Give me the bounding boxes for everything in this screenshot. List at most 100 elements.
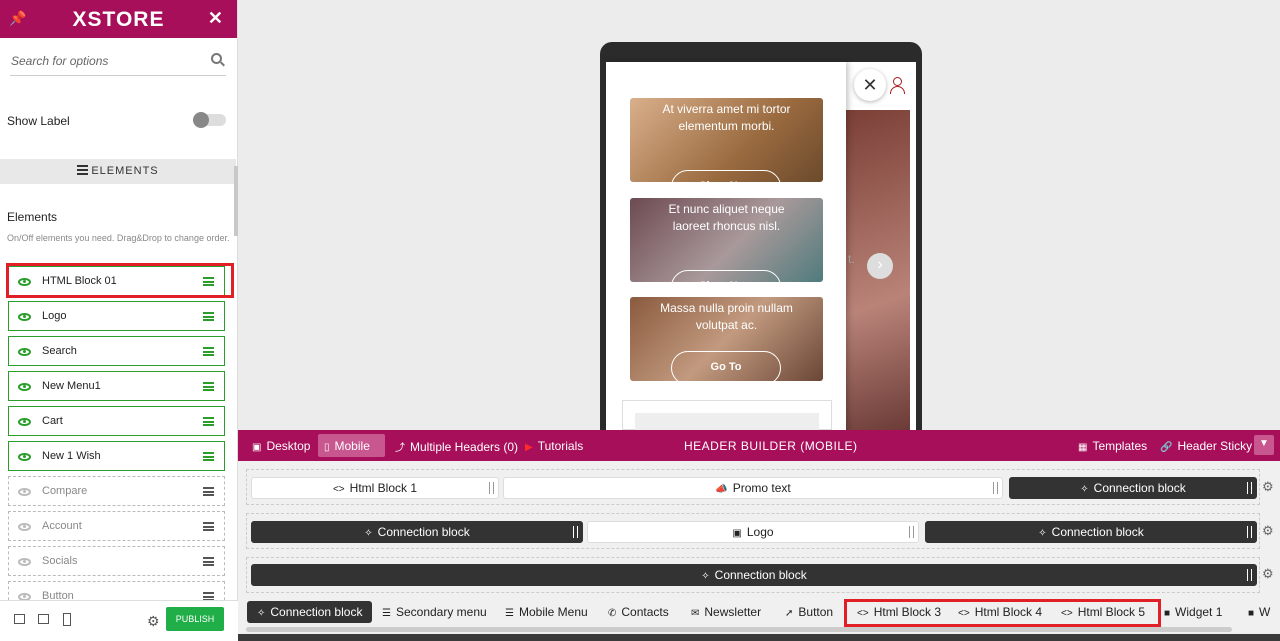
drag-handle-icon[interactable] bbox=[203, 417, 214, 426]
folder-icon: ■ bbox=[1248, 608, 1255, 619]
html-block-1-item[interactable]: <> Html Block 1 bbox=[251, 477, 499, 499]
card-button[interactable]: Shop Now bbox=[671, 170, 781, 182]
eye-icon[interactable] bbox=[18, 523, 31, 531]
eye-icon[interactable] bbox=[18, 418, 31, 426]
resize-handle[interactable] bbox=[1247, 526, 1252, 538]
card-button[interactable]: Shop Now bbox=[671, 270, 781, 282]
menu-icon: ☰ bbox=[382, 608, 391, 619]
drag-handle-icon[interactable] bbox=[203, 557, 214, 566]
close-menu-button[interactable]: ✕ bbox=[854, 69, 886, 101]
eye-icon[interactable] bbox=[18, 313, 31, 321]
row-settings-gear-icon[interactable]: ⚙ bbox=[1262, 523, 1274, 539]
pool-button[interactable]: ➚ Button bbox=[785, 601, 833, 623]
promo-card[interactable]: Massa nulla proin nullam volutpat ac. Go… bbox=[630, 297, 823, 381]
element-item-new-1-wish[interactable]: New 1 Wish bbox=[8, 441, 225, 471]
drag-handle-icon[interactable] bbox=[203, 452, 214, 461]
link-icon: ➚ bbox=[785, 608, 794, 619]
element-label: New Menu1 bbox=[42, 380, 101, 392]
tutorials-label: Tutorials bbox=[537, 439, 584, 453]
list-icon bbox=[77, 165, 89, 175]
templates-button[interactable]: ▦ Templates bbox=[1078, 439, 1147, 453]
resize-handle[interactable] bbox=[573, 526, 578, 538]
show-label-toggle[interactable] bbox=[193, 112, 226, 128]
element-item-account[interactable]: Account bbox=[8, 511, 225, 541]
connection-block-item[interactable]: ✧ Connection block bbox=[925, 521, 1257, 543]
drag-handle-icon[interactable] bbox=[203, 522, 214, 531]
block-label: Promo text bbox=[732, 481, 791, 495]
row-settings-gear-icon[interactable]: ⚙ bbox=[1262, 479, 1274, 495]
resize-handle[interactable] bbox=[993, 482, 998, 494]
pool-mobile-menu[interactable]: ☰ Mobile Menu bbox=[505, 601, 588, 623]
pool-widget-1[interactable]: ■ Widget 1 bbox=[1164, 601, 1222, 623]
slider-next-button[interactable]: › bbox=[867, 253, 893, 279]
eye-icon[interactable] bbox=[18, 383, 31, 391]
menu-icon: ☰ bbox=[505, 608, 514, 619]
pool-label: Contacts bbox=[621, 605, 669, 619]
gear-icon[interactable]: ⚙ bbox=[147, 613, 160, 630]
elements-description: On/Off elements you need. Drag&Drop to c… bbox=[7, 233, 230, 243]
pool-connection-block[interactable]: ✧ Connection block bbox=[247, 601, 373, 623]
pool-secondary-menu[interactable]: ☰ Secondary menu bbox=[382, 601, 487, 623]
envelope-icon: ✉ bbox=[691, 608, 700, 619]
drag-handle-icon[interactable] bbox=[203, 382, 214, 391]
header-builder-bar: ▣ Desktop ▯ Mobile ⤴ Multiple Headers (0) ▶… bbox=[238, 430, 1280, 461]
element-label: Socials bbox=[42, 555, 78, 567]
elements-tab[interactable]: ELEMENTS bbox=[0, 159, 236, 184]
phone-icon: ✆ bbox=[608, 608, 617, 619]
drag-handle-icon[interactable] bbox=[203, 312, 214, 321]
eye-icon[interactable] bbox=[18, 348, 31, 356]
card-button[interactable]: Go To bbox=[671, 351, 781, 381]
desktop-tab[interactable]: ▣ Desktop bbox=[252, 439, 310, 453]
eye-icon[interactable] bbox=[18, 488, 31, 496]
drag-handle-icon[interactable] bbox=[203, 347, 214, 356]
eye-icon[interactable] bbox=[18, 453, 31, 461]
megaphone-icon: 📣 bbox=[715, 484, 728, 495]
element-label: Account bbox=[42, 520, 82, 532]
connection-block-item[interactable]: ✧ Connection block bbox=[251, 521, 583, 543]
search-input[interactable]: Search for options bbox=[10, 50, 226, 76]
resize-handle[interactable] bbox=[909, 526, 914, 538]
eye-icon[interactable] bbox=[18, 558, 31, 566]
resize-handle[interactable] bbox=[489, 482, 494, 494]
mobile-device-icon[interactable] bbox=[63, 613, 71, 626]
element-item-new-menu1[interactable]: New Menu1 bbox=[8, 371, 225, 401]
connection-block-item[interactable]: ✧ Connection block bbox=[251, 564, 1257, 586]
element-item-logo[interactable]: Logo bbox=[8, 301, 225, 331]
tutorials-tab[interactable]: ▶ Tutorials bbox=[525, 439, 583, 453]
element-item-compare[interactable]: Compare bbox=[8, 476, 225, 506]
row-settings-gear-icon[interactable]: ⚙ bbox=[1262, 566, 1274, 582]
pool-newsletter[interactable]: ✉ Newsletter bbox=[691, 601, 761, 623]
sidebar-footer: ⚙ PUBLISH bbox=[0, 600, 238, 641]
multiple-headers-tab[interactable]: ⤴ Multiple Headers (0) bbox=[395, 439, 518, 454]
pool-widget-partial[interactable]: ■ W bbox=[1248, 601, 1270, 623]
pool-contacts[interactable]: ✆ Contacts bbox=[608, 601, 669, 623]
block-label: Connection block bbox=[1093, 481, 1186, 495]
element-label: New 1 Wish bbox=[42, 450, 101, 462]
resize-handle[interactable] bbox=[1247, 482, 1252, 494]
sidebar-scrollbar[interactable] bbox=[234, 166, 238, 236]
desktop-device-icon[interactable] bbox=[14, 614, 25, 624]
promo-text-item[interactable]: 📣 Promo text bbox=[503, 477, 1003, 499]
header-row-bottom: ✧ Connection block bbox=[246, 557, 1260, 593]
promo-card[interactable]: At viverra amet mi tortor elementum morb… bbox=[630, 98, 823, 182]
element-item-search[interactable]: Search bbox=[8, 336, 225, 366]
element-item-socials[interactable]: Socials bbox=[8, 546, 225, 576]
mobile-tab-label: Mobile bbox=[334, 439, 370, 453]
mobile-tab[interactable]: ▯ Mobile bbox=[324, 439, 370, 453]
close-icon[interactable]: ✕ bbox=[208, 8, 223, 29]
pool-scrollbar[interactable] bbox=[246, 627, 1232, 632]
drag-handle-icon[interactable] bbox=[203, 487, 214, 496]
header-sticky-button[interactable]: 🔗 Header Sticky bbox=[1160, 439, 1252, 453]
element-item-cart[interactable]: Cart bbox=[8, 406, 225, 436]
promo-card[interactable]: Et nunc aliquet neque laoreet rhoncus ni… bbox=[630, 198, 823, 282]
block-label: Connection block bbox=[1051, 525, 1144, 539]
logo-item[interactable]: ▣ Logo bbox=[587, 521, 919, 543]
header-row-main: ✧ Connection block ▣ Logo ✧ Connection bloc… bbox=[246, 513, 1260, 549]
publish-button[interactable]: PUBLISH bbox=[166, 607, 224, 631]
resize-handle[interactable] bbox=[1247, 569, 1252, 581]
connection-block-item[interactable]: ✧ Connection block bbox=[1009, 477, 1257, 499]
chevron-down-icon[interactable]: ▼ bbox=[1254, 435, 1274, 455]
user-icon[interactable] bbox=[890, 77, 905, 94]
tablet-device-icon[interactable] bbox=[38, 614, 49, 624]
block-label: Logo bbox=[746, 525, 774, 539]
